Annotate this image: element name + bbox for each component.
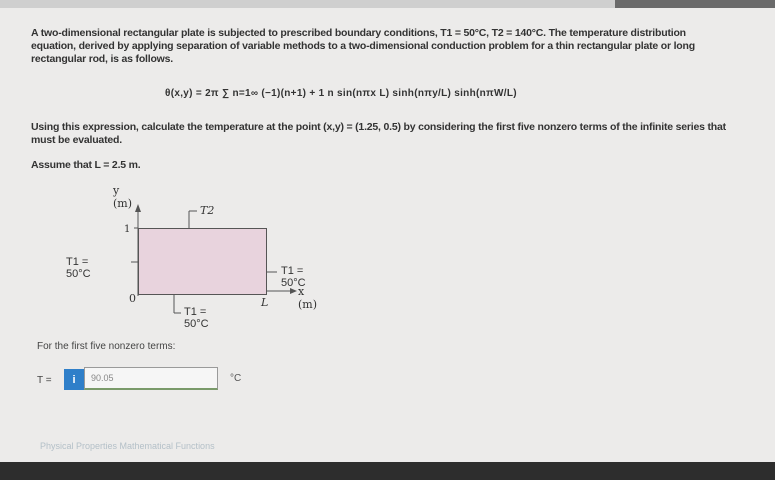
- answer-prompt: For the first five nonzero terms:: [37, 341, 176, 352]
- info-button[interactable]: i: [64, 369, 84, 390]
- answer-variable: T =: [37, 375, 52, 386]
- diagram-lines: [131, 204, 297, 314]
- t2-label: T2: [200, 204, 215, 217]
- answer-input[interactable]: [84, 367, 218, 390]
- footer-links[interactable]: Physical Properties Mathematical Functio…: [40, 441, 215, 451]
- screen: A two-dimensional rectangular plate is s…: [0, 0, 775, 462]
- y-axis-arrow: [135, 204, 141, 212]
- answer-unit: °C: [230, 373, 242, 384]
- x-axis-label: x (m): [298, 285, 318, 311]
- left-bc-label: T1 = 50°C: [66, 256, 91, 280]
- y-tick-label: 1: [124, 224, 131, 235]
- origin-label: 0: [129, 292, 136, 305]
- y-axis-label: y (m): [113, 184, 133, 210]
- bottom-bc-label: T1 = 50°C: [184, 306, 209, 330]
- bottom-bar: [0, 462, 775, 480]
- plate-rectangle: [138, 228, 267, 295]
- length-label: L: [261, 296, 269, 309]
